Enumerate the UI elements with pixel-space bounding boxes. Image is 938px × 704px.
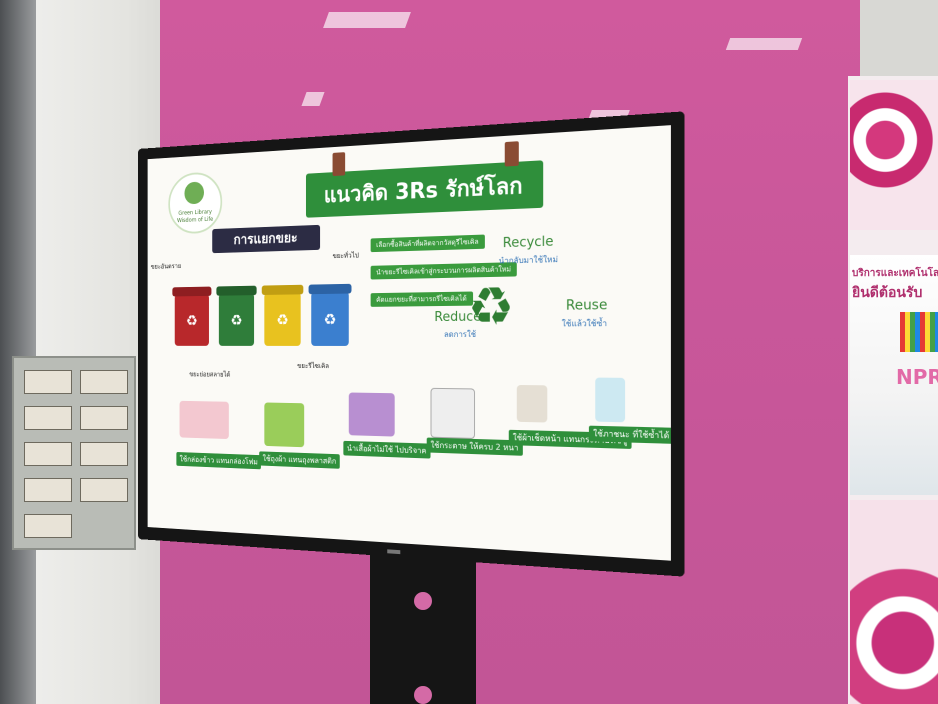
hanger-tag bbox=[504, 141, 519, 167]
recycle-icon: ♻ bbox=[276, 310, 289, 329]
recycle-title: Recycle bbox=[502, 234, 554, 252]
lunchbox-image bbox=[179, 400, 229, 440]
bin-label: ขยะย่อยสลายได้ bbox=[189, 370, 231, 379]
tip-label: เลือกซื้อสินค้าที่ผลิตจากวัสดุรีไซเคิล bbox=[370, 234, 485, 253]
green-library-logo: Green Library Wisdom of Life bbox=[168, 171, 223, 235]
sorting-heading: การแยกขยะ bbox=[212, 224, 321, 254]
electrical-panel bbox=[12, 356, 136, 550]
socket bbox=[80, 442, 128, 466]
socket bbox=[80, 406, 128, 430]
bin-label: ขยะรีไซเคิล bbox=[297, 362, 330, 371]
clothes-image bbox=[348, 392, 395, 437]
bin-label: ขยะทั่วไป bbox=[332, 251, 359, 261]
socket bbox=[24, 514, 72, 538]
recycle-subtitle: นำกลับมาใช้ใหม่ bbox=[498, 254, 558, 266]
cloth-bag-image bbox=[264, 402, 305, 448]
recycle-symbol-icon: ♻ bbox=[467, 276, 515, 338]
tree-icon bbox=[184, 181, 204, 205]
ceiling-light-reflection bbox=[323, 12, 411, 28]
sorting-heading-text: การแยกขยะ bbox=[233, 230, 298, 248]
right-signage-line1: บริการและเทคโนโลยีฯ bbox=[852, 268, 938, 279]
reuse-title: Reuse bbox=[565, 297, 608, 314]
recycle-icon: ♻ bbox=[185, 311, 198, 330]
reuse-subtitle: ใช้แล้วใช้ซ้ำ bbox=[561, 318, 608, 329]
tv-display: Green Library Wisdom of Life แนวคิด 3Rs … bbox=[138, 111, 685, 577]
recycle-icon: ♻ bbox=[323, 310, 337, 329]
tv-brand-logo bbox=[387, 549, 401, 555]
pencils-image bbox=[900, 312, 938, 352]
bin-general: ♻ bbox=[308, 283, 352, 346]
tip-label: คัดแยกขยะที่สามารถรีไซเคิลได้ bbox=[370, 291, 473, 307]
socket bbox=[80, 478, 128, 502]
logo-text: Wisdom of Life bbox=[177, 216, 214, 225]
title-banner: แนวคิด 3Rs รักษ์โลก bbox=[305, 141, 544, 218]
bin-compostable: ♻ bbox=[216, 285, 257, 346]
stand-hole bbox=[414, 592, 432, 610]
socket bbox=[80, 370, 128, 394]
flower-poster bbox=[850, 500, 938, 704]
right-signage-line2: ยินดีต้อนรับ bbox=[852, 285, 923, 301]
dark-column bbox=[0, 0, 36, 704]
tip-caption: ใช้ภาชนะ ที่ใช้ซ้ำได้ bbox=[588, 425, 671, 444]
socket bbox=[24, 370, 72, 394]
socket bbox=[24, 442, 72, 466]
reusable-container-image bbox=[595, 377, 626, 423]
socket bbox=[24, 478, 72, 502]
bin-hazardous: ♻ bbox=[172, 286, 212, 346]
tip-caption: นำเสื้อผ้าไม่ใช้ ไปบริจาค bbox=[343, 440, 431, 459]
hanger-tag bbox=[332, 152, 346, 177]
bin-label: ขยะอันตราย bbox=[150, 262, 182, 271]
ceiling-light-reflection bbox=[725, 38, 803, 50]
tv-screen: Green Library Wisdom of Life แนวคิด 3Rs … bbox=[147, 125, 671, 561]
tip-caption: ใช้กล่องข้าว แทนกล่องโฟม bbox=[176, 451, 262, 470]
bin-recyclable: ♻ bbox=[261, 284, 304, 346]
recycle-icon: ♻ bbox=[230, 311, 243, 330]
photo-scene: บริการและเทคโนโลยีฯ ยินดีต้อนรับ NPR Gre… bbox=[0, 0, 938, 704]
npr-text: NPR bbox=[896, 365, 938, 389]
handkerchief-image bbox=[516, 384, 548, 423]
socket bbox=[24, 406, 72, 430]
flower-poster bbox=[850, 80, 938, 230]
tip-caption: ใช้ถุงผ้า แทนถุงพลาสติก bbox=[259, 451, 340, 469]
ceiling-light-reflection bbox=[301, 92, 325, 106]
stand-hole bbox=[414, 686, 432, 704]
paper-image bbox=[430, 387, 476, 439]
